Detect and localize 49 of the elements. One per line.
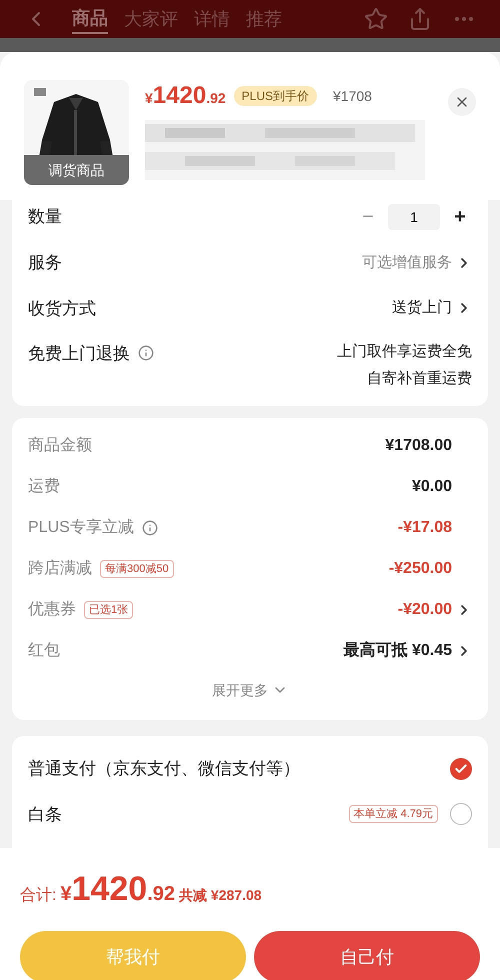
radio-button[interactable] bbox=[450, 758, 472, 780]
summary-label: 商品金额 bbox=[28, 436, 92, 456]
decrease-button[interactable]: − bbox=[356, 205, 380, 229]
option-value: 自寄补首重运费 bbox=[367, 368, 472, 388]
nav-tab[interactable]: 大家评 bbox=[124, 4, 178, 34]
promo-tag: 已选1张 bbox=[84, 601, 134, 619]
info-icon[interactable] bbox=[142, 520, 158, 536]
payment-option[interactable]: 白条 bbox=[28, 802, 62, 827]
option-value[interactable]: 可选增值服务 bbox=[362, 252, 452, 274]
summary-label: PLUS专享立减 bbox=[28, 518, 134, 538]
plus-price: ¥1420.92 bbox=[145, 81, 226, 111]
summary-label: 红包 bbox=[28, 641, 60, 661]
nav-tab[interactable]: 推荐 bbox=[246, 4, 282, 34]
nav-tab[interactable]: 商品 bbox=[72, 4, 108, 34]
increase-button[interactable]: + bbox=[448, 205, 472, 229]
nav-tab[interactable]: 详情 bbox=[194, 4, 230, 34]
summary-label: 跨店满减 bbox=[28, 558, 92, 579]
option-label: 数量 bbox=[28, 206, 62, 228]
original-price: ¥1708 bbox=[333, 87, 372, 106]
close-button[interactable] bbox=[448, 88, 476, 116]
option-label: 免费上门退换 bbox=[28, 343, 130, 365]
expand-more-button[interactable]: 展开更多 bbox=[212, 680, 288, 700]
summary-label: 优惠券 bbox=[28, 600, 76, 620]
option-value[interactable]: 送货上门 bbox=[392, 297, 452, 320]
summary-value: ¥1708.00 bbox=[385, 436, 452, 456]
share-icon[interactable] bbox=[408, 7, 432, 31]
quantity-field[interactable]: 1 bbox=[388, 204, 440, 230]
plus-price-tag: PLUS到手价 bbox=[234, 86, 318, 106]
check-icon bbox=[454, 762, 468, 776]
payment-option[interactable]: 普通支付（京东支付、微信支付等） bbox=[28, 756, 300, 782]
promo-tag: 每满300减50 bbox=[100, 560, 174, 578]
pay-button[interactable]: 自己付 bbox=[254, 931, 480, 980]
radio-button[interactable] bbox=[450, 803, 472, 826]
summary-value: 最高可抵 ¥0.45 bbox=[344, 640, 452, 661]
summary-value: -¥20.00 bbox=[398, 600, 452, 620]
summary-value: ¥0.00 bbox=[412, 477, 452, 497]
total-label: 合计: bbox=[20, 886, 56, 906]
promo-tag: 本单立减 4.79元 bbox=[348, 805, 438, 824]
total-discount: 共减 ¥287.08 bbox=[179, 886, 262, 905]
summary-value: -¥250.00 bbox=[388, 559, 452, 579]
option-value: 上门取件享运费全免 bbox=[337, 342, 472, 362]
option-label: 服务 bbox=[28, 252, 62, 274]
summary-label: 运费 bbox=[28, 476, 60, 497]
summary-value: -¥17.08 bbox=[398, 518, 452, 538]
star-icon[interactable] bbox=[364, 7, 388, 31]
option-label: 收货方式 bbox=[28, 298, 96, 320]
info-icon[interactable] bbox=[138, 345, 154, 361]
total-price: ¥1420.92 bbox=[60, 869, 176, 910]
product-badge: 调货商品 bbox=[24, 155, 129, 185]
